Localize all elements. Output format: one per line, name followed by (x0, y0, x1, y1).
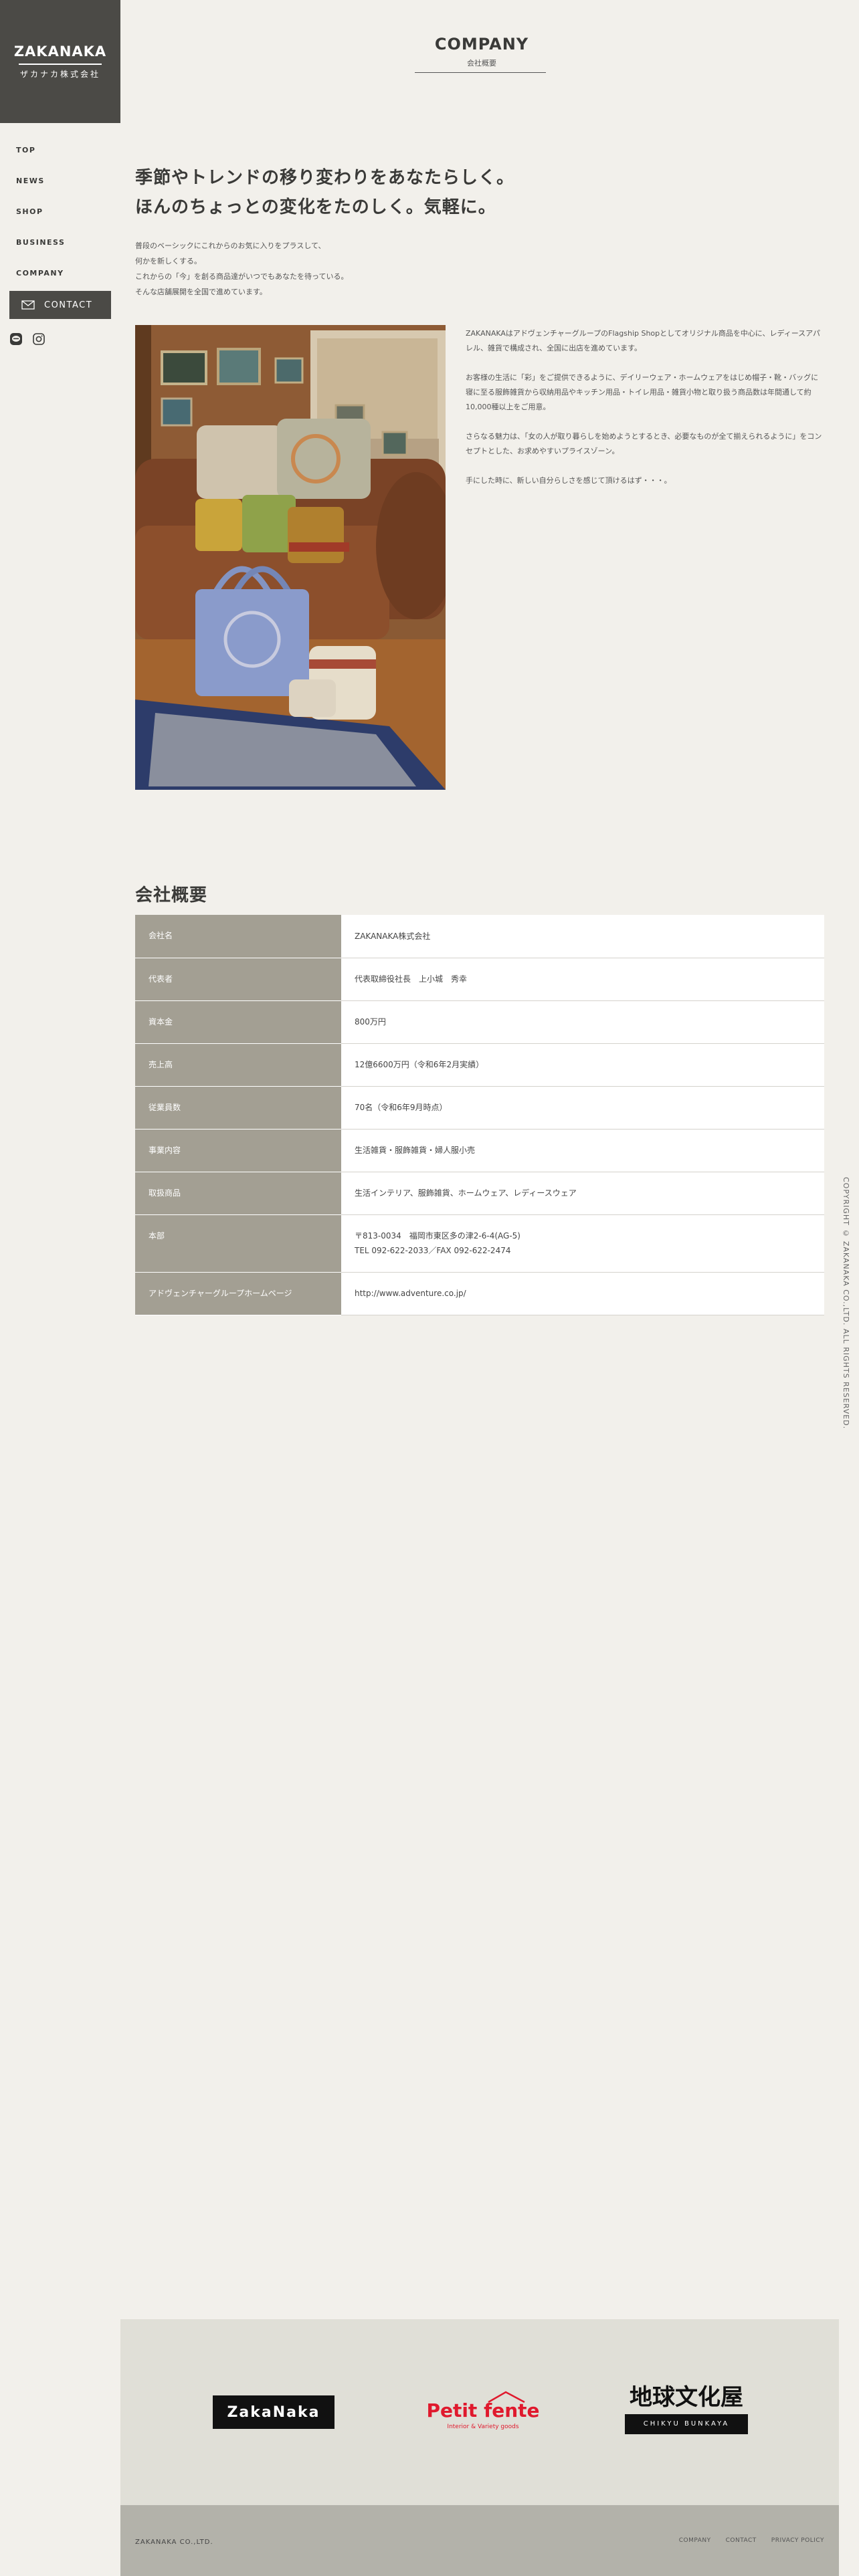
footer-links: COMPANY CONTACT PRIVACY POLICY (679, 2537, 824, 2544)
row-label: 会社名 (135, 915, 341, 958)
table-row: 代表者 代表取締役社長 上小城 秀幸 (135, 958, 824, 1001)
table-row: 会社名 ZAKANAKA株式会社 (135, 915, 824, 958)
row-value: ZAKANAKA株式会社 (341, 915, 824, 958)
logo-divider (19, 64, 102, 65)
phone-line: TEL 092-622-2033／FAX 092-622-2474 (355, 1246, 511, 1255)
brand-chikyu-sub: CHIKYU BUNKAYA (625, 2414, 748, 2434)
intro-heading-line2: ほんのちょっとの変化をたのしく。気軽に。 (135, 197, 496, 217)
intro-heading-line1: 季節やトレンドの移り変わりをあなたらしく。 (135, 168, 515, 188)
row-label: アドヴェンチャーグループホームページ (135, 1272, 341, 1315)
table-row: 資本金 800万円 (135, 1000, 824, 1044)
footer-link-company[interactable]: COMPANY (679, 2537, 711, 2544)
table-row: 事業内容 生活雑貨・服飾雑貨・婦人服小売 (135, 1129, 824, 1172)
social-links (9, 332, 45, 346)
brand-logos: ZakaNaka Petit fente Interior & Variety … (120, 2319, 839, 2505)
intro-line: 普段のベーシックにこれからのお気に入りをプラスして、 (135, 241, 326, 250)
row-label: 事業内容 (135, 1129, 341, 1172)
contact-label: CONTACT (44, 300, 93, 310)
page-subtitle: 会社概要 (467, 59, 496, 68)
row-label: 代表者 (135, 958, 341, 1001)
nav-item-company[interactable]: COMPANY (16, 258, 120, 289)
company-overview-heading: 会社概要 (135, 885, 208, 905)
nav-item-top[interactable]: TOP (16, 135, 120, 166)
brand-chikyu-label: 地球文化屋 (630, 2384, 743, 2411)
table-row: 取扱商品 生活インテリア、服飾雑貨、ホームウェア、レディースウェア (135, 1172, 824, 1215)
brand-petit-fente-sub: Interior & Variety goods (447, 2424, 519, 2430)
row-label: 資本金 (135, 1000, 341, 1044)
company-overview-table: 会社名 ZAKANAKA株式会社 代表者 代表取締役社長 上小城 秀幸 資本金 … (135, 915, 824, 1315)
brand-petit-fente[interactable]: Petit fente Interior & Variety goods (420, 2390, 546, 2434)
brand-zakanaka[interactable]: ZakaNaka (213, 2395, 335, 2429)
brand-chikyu-bunkaya[interactable]: 地球文化屋 CHIKYU BUNKAYA (625, 2382, 748, 2438)
footer-link-contact[interactable]: CONTACT (726, 2537, 757, 2544)
mail-icon (21, 300, 35, 310)
row-value: 800万円 (341, 1000, 824, 1044)
table-row: 売上高 12億6600万円（令和6年2月実績） (135, 1043, 824, 1087)
footer-link-privacy-policy[interactable]: PRIVACY POLICY (771, 2537, 824, 2544)
description-paragraph: 手にした時に、新しい自分らしさを感じて頂けるはず・・・。 (466, 476, 672, 485)
page-title: COMPANY (434, 35, 529, 53)
row-label: 取扱商品 (135, 1172, 341, 1215)
description-paragraph: お客様の生活に「彩」をご提供できるように、デイリーウェア・ホームウェアをはじめ帽… (466, 373, 819, 411)
intro-line: これからの「今」を創る商品達がいつでもあなたを待っている。 (135, 272, 349, 281)
intro-heading: 季節やトレンドの移り変わりをあなたらしく。 ほんのちょっとの変化をたのしく。気軽… (135, 163, 514, 222)
contact-button[interactable]: CONTACT (9, 291, 111, 319)
row-value: 〒813-0034 福岡市東区多の津2-6-4(AG-5) TEL 092-62… (341, 1214, 824, 1273)
company-description: ZAKANAKAはアドヴェンチャーグループのFlagship Shopとしてオリ… (466, 326, 824, 503)
row-value: 12億6600万円（令和6年2月実績） (341, 1043, 824, 1087)
brand-petit-fente-label: Petit fente (426, 2399, 540, 2422)
description-paragraph: ZAKANAKAはアドヴェンチャーグループのFlagship Shopとしてオリ… (466, 329, 820, 352)
intro-line: 何かを新しくする。 (135, 257, 201, 265)
logo-name: ZAKANAKA (13, 43, 107, 60)
row-value: 代表取締役社長 上小城 秀幸 (341, 958, 824, 1001)
table-row: 従業員数 70名（令和6年9月時点） (135, 1086, 824, 1130)
row-value: 70名（令和6年9月時点） (341, 1086, 824, 1130)
copyright-text: COPYRIGHT © ZAKANAKA CO.,LTD. ALL RIGHTS… (842, 1177, 850, 1430)
site-footer: ZAKANAKA CO.,LTD. COMPANY CONTACT PRIVAC… (120, 2505, 839, 2576)
table-row: アドヴェンチャーグループホームページ http://www.adventure.… (135, 1272, 824, 1315)
instagram-icon[interactable] (32, 332, 45, 346)
intro-text: 普段のベーシックにこれからのお気に入りをプラスして、 何かを新しくする。 これか… (135, 238, 348, 300)
description-paragraph: さらなる魅力は、「女の人が取り暮らしを始めようとするとき、必要なものが全て揃えら… (466, 432, 822, 455)
site-logo[interactable]: ZAKANAKA ザカナカ株式会社 (0, 0, 120, 123)
row-label: 本部 (135, 1214, 341, 1273)
store-photo (135, 325, 446, 790)
nav-item-shop[interactable]: SHOP (16, 197, 120, 227)
row-value: 生活雑貨・服飾雑貨・婦人服小売 (341, 1129, 824, 1172)
group-homepage-link[interactable]: http://www.adventure.co.jp/ (355, 1289, 466, 1298)
intro-line: そんな店舗展開を全国で進めています。 (135, 288, 267, 296)
brand-zakanaka-label: ZakaNaka (227, 2403, 320, 2421)
row-label: 従業員数 (135, 1086, 341, 1130)
row-label: 売上高 (135, 1043, 341, 1087)
nav-item-business[interactable]: BUSINESS (16, 227, 120, 258)
footer-company-name: ZAKANAKA CO.,LTD. (135, 2539, 213, 2546)
row-value: http://www.adventure.co.jp/ (341, 1272, 824, 1315)
nav-item-news[interactable]: NEWS (16, 166, 120, 197)
line-icon[interactable] (9, 332, 23, 346)
sidebar: ZAKANAKA ザカナカ株式会社 TOP NEWS SHOP BUSINESS… (0, 0, 120, 289)
table-row: 本部 〒813-0034 福岡市東区多の津2-6-4(AG-5) TEL 092… (135, 1214, 824, 1273)
title-divider (415, 72, 546, 73)
address-line: 〒813-0034 福岡市東区多の津2-6-4(AG-5) (355, 1231, 520, 1241)
main-nav: TOP NEWS SHOP BUSINESS COMPANY (0, 135, 120, 289)
row-value: 生活インテリア、服飾雑貨、ホームウェア、レディースウェア (341, 1172, 824, 1215)
logo-subtitle: ザカナカ株式会社 (19, 70, 100, 79)
